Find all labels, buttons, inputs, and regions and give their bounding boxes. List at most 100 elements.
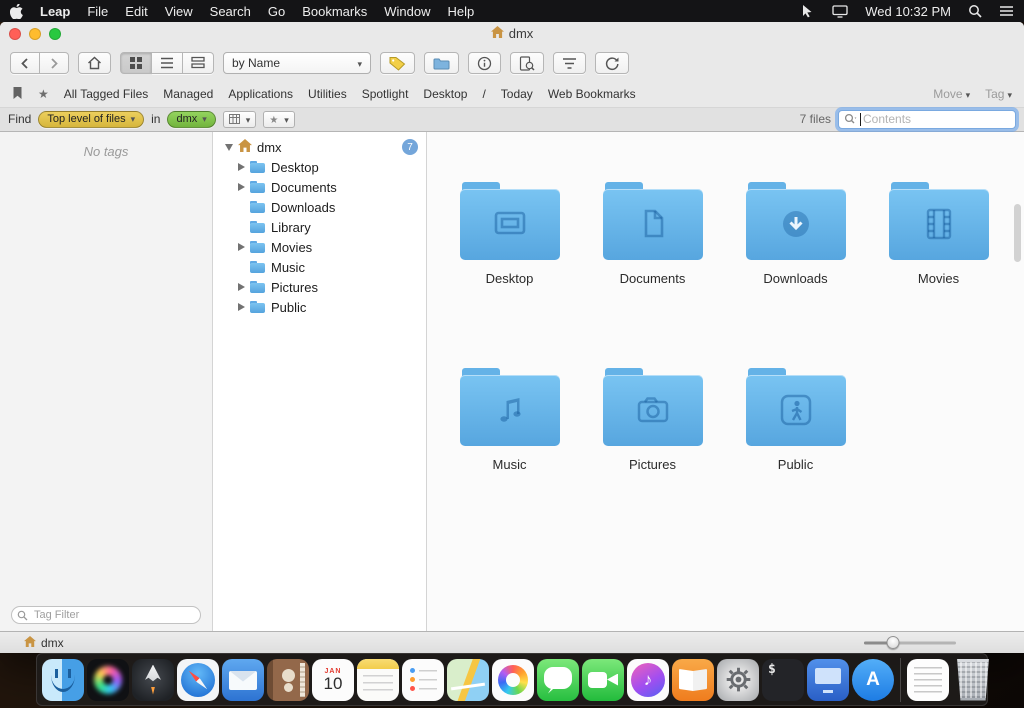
dock-notes-icon[interactable]: [357, 659, 399, 701]
rating-filter-button[interactable]: [263, 111, 295, 128]
bookmark-all-tagged-files[interactable]: All Tagged Files: [64, 87, 149, 101]
preview-search-button[interactable]: [510, 52, 544, 74]
notification-center-icon[interactable]: [999, 5, 1014, 17]
tree-item-library[interactable]: Library: [213, 217, 426, 237]
menu-bookmarks[interactable]: Bookmarks: [302, 4, 367, 19]
back-button[interactable]: [10, 52, 40, 74]
bookmark-utilities[interactable]: Utilities: [308, 87, 347, 101]
menu-bar-clock[interactable]: Wed 10:32 PM: [865, 4, 951, 19]
tree-item-music[interactable]: Music: [213, 257, 426, 277]
folder-item-documents[interactable]: Documents: [581, 168, 724, 354]
home-button[interactable]: [78, 52, 111, 74]
tree-item-downloads[interactable]: Downloads: [213, 197, 426, 217]
menu-window[interactable]: Window: [384, 4, 430, 19]
minimize-button[interactable]: [29, 28, 41, 40]
icon-size-slider[interactable]: [864, 641, 956, 644]
content-search-input[interactable]: [838, 110, 1016, 129]
bookmark-spotlight[interactable]: Spotlight: [362, 87, 409, 101]
dock-terminal-icon[interactable]: $: [762, 659, 804, 701]
dock-launchpad-icon[interactable]: [132, 659, 174, 701]
dock-contacts-icon[interactable]: [267, 659, 309, 701]
list-view-button[interactable]: [152, 52, 183, 74]
folder-item-pictures[interactable]: Pictures: [581, 354, 724, 540]
dock-siri-icon[interactable]: [87, 659, 129, 701]
window-content: No tags dmx 7 Desktop: [0, 132, 1024, 631]
tag-filter-input[interactable]: [11, 606, 201, 624]
apple-menu-icon[interactable]: [10, 4, 23, 19]
dock-calendar-icon[interactable]: JAN 10: [312, 659, 354, 701]
folder-item-public[interactable]: Public: [724, 354, 867, 540]
disclosure-closed-icon[interactable]: [238, 283, 245, 291]
spotlight-search-icon[interactable]: [968, 4, 982, 18]
app-menu-leap[interactable]: Leap: [40, 4, 70, 19]
dock-system-preferences-icon[interactable]: [717, 659, 759, 701]
forward-button[interactable]: [40, 52, 69, 74]
menu-go[interactable]: Go: [268, 4, 285, 19]
dock-mail-icon[interactable]: [222, 659, 264, 701]
sort-by-dropdown[interactable]: by Name: [223, 52, 371, 74]
refresh-button[interactable]: [595, 52, 629, 74]
dock-reminders-icon[interactable]: [402, 659, 444, 701]
title-bar[interactable]: dmx: [0, 22, 1024, 45]
info-button[interactable]: [468, 52, 501, 74]
folder-item-downloads[interactable]: Downloads: [724, 168, 867, 354]
tag-menu[interactable]: Tag: [985, 87, 1012, 101]
dock-safari-icon[interactable]: [177, 659, 219, 701]
scrollbar-thumb[interactable]: [1014, 204, 1021, 262]
tree-item-public[interactable]: Public: [213, 297, 426, 317]
pointer-status-icon[interactable]: [801, 4, 815, 18]
disclosure-closed-icon[interactable]: [238, 303, 245, 311]
menu-edit[interactable]: Edit: [125, 4, 147, 19]
dock-textedit-icon[interactable]: [907, 659, 949, 701]
detail-view-button[interactable]: [183, 52, 214, 74]
move-menu[interactable]: Move: [933, 87, 970, 101]
slider-knob[interactable]: [887, 636, 900, 649]
tree-root-row[interactable]: dmx 7: [213, 137, 426, 157]
bookmark-managed[interactable]: Managed: [163, 87, 213, 101]
bookmark-desktop[interactable]: Desktop: [423, 87, 467, 101]
dock-finder-icon[interactable]: [42, 659, 84, 701]
menu-file[interactable]: File: [87, 4, 108, 19]
disclosure-closed-icon[interactable]: [238, 163, 245, 171]
menu-search[interactable]: Search: [210, 4, 251, 19]
bookmark-root[interactable]: /: [482, 87, 485, 101]
folder-item-movies[interactable]: Movies: [867, 168, 1010, 354]
location-pill[interactable]: dmx: [167, 111, 215, 128]
icon-view-button[interactable]: [120, 52, 152, 74]
close-button[interactable]: [9, 28, 21, 40]
disclosure-open-icon[interactable]: [225, 144, 233, 151]
tree-item-pictures[interactable]: Pictures: [213, 277, 426, 297]
dock-facetime-icon[interactable]: [582, 659, 624, 701]
bookmark-ribbon-icon[interactable]: [12, 86, 23, 103]
chevron-down-icon: [963, 87, 971, 101]
dock-itunes-icon[interactable]: ♪: [627, 659, 669, 701]
bookmark-today[interactable]: Today: [501, 87, 533, 101]
folder-item-desktop[interactable]: Desktop: [438, 168, 581, 354]
search-field-wrap: [838, 110, 1016, 129]
dock-screen-sharing-icon[interactable]: [807, 659, 849, 701]
favorites-star-icon[interactable]: [38, 87, 49, 101]
dock-books-icon[interactable]: [672, 659, 714, 701]
filter-button[interactable]: [553, 52, 586, 74]
columns-options-button[interactable]: [223, 111, 257, 128]
menu-help[interactable]: Help: [447, 4, 474, 19]
display-status-icon[interactable]: [832, 4, 848, 18]
disclosure-closed-icon[interactable]: [238, 243, 245, 251]
tree-item-movies[interactable]: Movies: [213, 237, 426, 257]
bookmark-web-bookmarks[interactable]: Web Bookmarks: [548, 87, 636, 101]
dock-photos-icon[interactable]: [492, 659, 534, 701]
zoom-button[interactable]: [49, 28, 61, 40]
dock-app-store-icon[interactable]: A: [852, 659, 894, 701]
tag-button[interactable]: [380, 52, 415, 74]
dock-messages-icon[interactable]: [537, 659, 579, 701]
tree-item-desktop[interactable]: Desktop: [213, 157, 426, 177]
folder-item-music[interactable]: Music: [438, 354, 581, 540]
tree-item-documents[interactable]: Documents: [213, 177, 426, 197]
menu-view[interactable]: View: [165, 4, 193, 19]
dock-maps-icon[interactable]: [447, 659, 489, 701]
dock-trash-icon[interactable]: [952, 659, 994, 701]
disclosure-closed-icon[interactable]: [238, 183, 245, 191]
bookmark-applications[interactable]: Applications: [228, 87, 293, 101]
scope-pill[interactable]: Top level of files: [38, 111, 144, 128]
new-folder-button[interactable]: [424, 52, 459, 74]
